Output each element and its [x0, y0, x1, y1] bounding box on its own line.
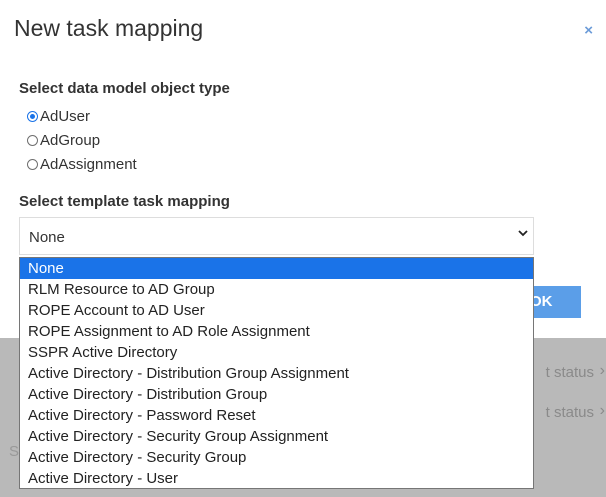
template-mapping-label: Select template task mapping: [19, 193, 230, 210]
radio-checked-icon[interactable]: [27, 111, 38, 122]
background-status-link-1: t status ›: [526, 362, 606, 384]
background-status-text: t status: [545, 404, 594, 421]
background-status-link-2: t status ›: [526, 402, 606, 424]
radio-option-adassignment[interactable]: AdAssignment: [27, 156, 137, 173]
background-text: S: [9, 443, 20, 460]
object-type-label: Select data model object type: [19, 80, 230, 97]
dropdown-option[interactable]: SSPR Active Directory: [20, 342, 533, 363]
dropdown-option[interactable]: None: [20, 258, 533, 279]
select-value: None: [29, 229, 65, 246]
chevron-right-icon: ›: [599, 362, 605, 379]
dropdown-option[interactable]: Active Directory - Security Group Assign…: [20, 426, 533, 447]
radio-unchecked-icon[interactable]: [27, 159, 38, 170]
dropdown-option[interactable]: Active Directory - Distribution Group: [20, 384, 533, 405]
radio-unchecked-icon[interactable]: [27, 135, 38, 146]
dropdown-option[interactable]: Active Directory - User: [20, 468, 533, 489]
template-mapping-select[interactable]: None: [19, 217, 534, 255]
background-status-text: t status: [545, 364, 594, 381]
template-mapping-options: None RLM Resource to AD Group ROPE Account…: [19, 257, 534, 489]
close-icon[interactable]: ×: [584, 22, 593, 39]
chevron-down-icon: [517, 227, 529, 242]
dropdown-option[interactable]: Active Directory - Security Group: [20, 447, 533, 468]
radio-label: AdAssignment: [40, 156, 137, 173]
dropdown-option[interactable]: Active Directory - Distribution Group As…: [20, 363, 533, 384]
dropdown-option[interactable]: Active Directory - Password Reset: [20, 405, 533, 426]
dropdown-option[interactable]: ROPE Assignment to AD Role Assignment: [20, 321, 533, 342]
dialog-title: New task mapping: [14, 15, 204, 41]
dropdown-option[interactable]: ROPE Account to AD User: [20, 300, 533, 321]
radio-option-adgroup[interactable]: AdGroup: [27, 132, 100, 149]
radio-label: AdUser: [40, 108, 91, 125]
dropdown-option[interactable]: RLM Resource to AD Group: [20, 279, 533, 300]
radio-label: AdGroup: [40, 132, 101, 149]
chevron-right-icon: ›: [599, 402, 605, 419]
radio-option-aduser[interactable]: AdUser: [27, 108, 90, 125]
